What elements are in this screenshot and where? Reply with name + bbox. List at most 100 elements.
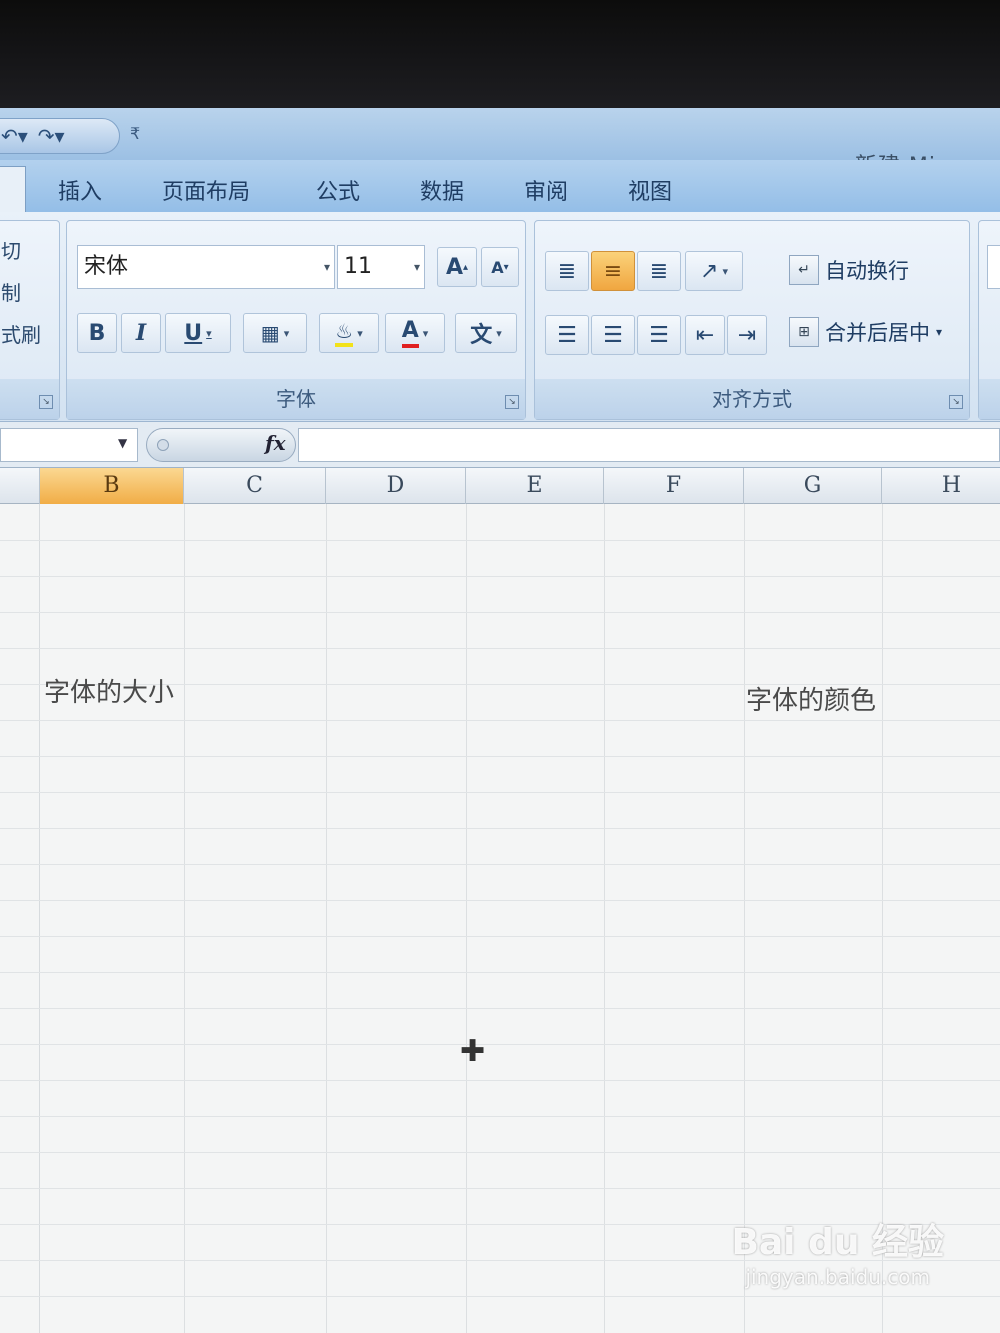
column-header-b[interactable]: B bbox=[40, 468, 184, 504]
column-header-e[interactable]: E bbox=[466, 468, 604, 504]
column-header-h[interactable]: H bbox=[882, 468, 1000, 504]
cell-b-text[interactable]: 字体的大小 bbox=[44, 672, 174, 709]
chevron-down-icon[interactable]: ▼ bbox=[118, 436, 127, 450]
merge-center-label: 合并后居中 bbox=[825, 321, 930, 345]
wrap-text-icon: ↵ bbox=[789, 255, 819, 285]
grid-line bbox=[0, 576, 1000, 577]
select-all-corner[interactable] bbox=[0, 468, 40, 504]
align-bottom-icon: ≣ bbox=[649, 258, 669, 284]
chevron-down-icon: ▾ bbox=[496, 326, 502, 340]
font-size-select[interactable]: 11 ▾ bbox=[337, 245, 425, 289]
column-header-f[interactable]: F bbox=[604, 468, 744, 504]
tab-insert[interactable]: 插入 bbox=[58, 174, 102, 206]
borders-button[interactable]: ▦ ▾ bbox=[243, 313, 307, 353]
decrease-indent-icon: ⇤ bbox=[695, 322, 715, 348]
cut-button[interactable]: 切 bbox=[1, 235, 21, 264]
tab-data[interactable]: 数据 bbox=[420, 174, 464, 206]
customize-qat-button[interactable]: ₹ bbox=[130, 124, 140, 143]
grid-line bbox=[0, 1080, 1000, 1081]
tab-view[interactable]: 视图 bbox=[628, 174, 672, 206]
tab-review[interactable]: 审阅 bbox=[524, 174, 568, 206]
grid-line bbox=[326, 504, 327, 1333]
number-format-select[interactable] bbox=[987, 245, 1000, 289]
phonetic-guide-button[interactable]: 文 ▾ bbox=[455, 313, 517, 353]
grid-line bbox=[0, 720, 1000, 721]
grid-line bbox=[0, 1296, 1000, 1297]
grid-line bbox=[466, 504, 467, 1333]
grow-font-button[interactable]: A ▴ bbox=[437, 247, 477, 287]
cell-select-cursor-icon: ✚ bbox=[460, 1034, 486, 1069]
worksheet-grid[interactable]: 字体的大小 字体的颜色 ✚ bbox=[0, 504, 1000, 1333]
insert-function-button[interactable]: fx bbox=[265, 431, 286, 455]
font-launcher-icon[interactable]: ↘ bbox=[505, 395, 519, 409]
font-color-button[interactable]: A ▾ bbox=[385, 313, 445, 353]
align-top-button[interactable]: ≣ bbox=[545, 251, 589, 291]
grid-line bbox=[0, 540, 1000, 541]
cell-g-text[interactable]: 字体的颜色 bbox=[746, 680, 876, 717]
excel-window: ↶▾ ↷▾ ₹ 新建 Microso 插入 页面布局 公式 数据 审阅 视图 切… bbox=[0, 108, 1000, 1333]
font-name-value: 宋体 bbox=[84, 254, 129, 279]
text-orientation-icon: ↗ bbox=[700, 258, 719, 284]
italic-button[interactable]: I bbox=[121, 313, 161, 353]
ribbon: 切 制 式刷 ↘ 宋体 ▾ 11 ▾ A ▴ A ▾ B I U ▾ ▦ ▾ ♨… bbox=[0, 212, 1000, 422]
format-painter-button[interactable]: 式刷 bbox=[1, 319, 41, 348]
fill-color-button[interactable]: ♨ ▾ bbox=[319, 313, 379, 353]
bold-icon: B bbox=[88, 320, 106, 346]
underline-button[interactable]: U ▾ bbox=[165, 313, 231, 353]
column-header-c[interactable]: C bbox=[184, 468, 326, 504]
undo-icon[interactable]: ↶▾ bbox=[1, 124, 28, 148]
grid-line bbox=[0, 828, 1000, 829]
column-header-d[interactable]: D bbox=[326, 468, 466, 504]
merge-center-button[interactable]: ⊞ 合并后居中 ▾ bbox=[789, 317, 942, 347]
grid-line bbox=[0, 1188, 1000, 1189]
wrap-text-button[interactable]: ↵ 自动换行 bbox=[789, 255, 909, 285]
grid-line bbox=[0, 648, 1000, 649]
grid-line bbox=[0, 1044, 1000, 1045]
grid-line bbox=[0, 756, 1000, 757]
copy-button[interactable]: 制 bbox=[1, 277, 21, 306]
column-header-g[interactable]: G bbox=[744, 468, 882, 504]
grid-line bbox=[0, 1116, 1000, 1117]
align-left-button[interactable]: ☰ bbox=[545, 315, 589, 355]
shrink-font-icon: A bbox=[491, 257, 504, 277]
increase-indent-icon: ⇥ bbox=[737, 322, 757, 348]
formula-bar-handle[interactable] bbox=[157, 439, 169, 451]
chevron-down-icon: ▾ bbox=[323, 260, 330, 274]
grid-line bbox=[744, 504, 745, 1333]
shrink-font-button[interactable]: A ▾ bbox=[481, 247, 519, 287]
decrease-indent-button[interactable]: ⇤ bbox=[685, 315, 725, 355]
alignment-launcher-icon[interactable]: ↘ bbox=[949, 395, 963, 409]
grid-line bbox=[0, 1008, 1000, 1009]
tab-formulas[interactable]: 公式 bbox=[316, 174, 360, 206]
align-left-icon: ☰ bbox=[557, 322, 577, 348]
chevron-down-icon: ▾ bbox=[936, 325, 943, 339]
monitor-bezel bbox=[0, 0, 1000, 112]
align-middle-icon: ≡ bbox=[603, 258, 623, 284]
formula-input[interactable] bbox=[298, 428, 1000, 462]
align-center-button[interactable]: ☰ bbox=[591, 315, 635, 355]
increase-indent-button[interactable]: ⇥ bbox=[727, 315, 767, 355]
underline-icon: U bbox=[184, 320, 203, 346]
grid-line bbox=[0, 900, 1000, 901]
redo-icon[interactable]: ↷▾ bbox=[38, 124, 65, 148]
grow-font-icon: A bbox=[445, 254, 463, 280]
number-group bbox=[978, 220, 1000, 420]
column-headers: B C D E F G H bbox=[0, 468, 1000, 504]
font-size-value: 11 bbox=[344, 254, 372, 279]
italic-icon: I bbox=[135, 320, 147, 346]
bold-button[interactable]: B bbox=[77, 313, 117, 353]
paint-bucket-icon: ♨ bbox=[335, 319, 354, 347]
alignment-group: ≣ ≡ ≣ ↗ ▾ ☰ ☰ ☰ ⇤ ⇥ ↵ 自动换行 ⊞ 合并后居中 ▾ 对齐方… bbox=[534, 220, 970, 420]
align-bottom-button[interactable]: ≣ bbox=[637, 251, 681, 291]
orientation-button[interactable]: ↗ ▾ bbox=[685, 251, 743, 291]
tab-page-layout[interactable]: 页面布局 bbox=[162, 174, 250, 206]
font-color-icon: A bbox=[401, 318, 419, 348]
grid-line bbox=[882, 504, 883, 1333]
align-middle-button[interactable]: ≡ bbox=[591, 251, 635, 291]
number-group-label bbox=[979, 379, 1000, 419]
clipboard-launcher-icon[interactable]: ↘ bbox=[39, 395, 53, 409]
chevron-down-icon: ▾ bbox=[413, 260, 420, 274]
align-right-button[interactable]: ☰ bbox=[637, 315, 681, 355]
font-name-select[interactable]: 宋体 ▾ bbox=[77, 245, 335, 289]
align-right-icon: ☰ bbox=[649, 322, 669, 348]
